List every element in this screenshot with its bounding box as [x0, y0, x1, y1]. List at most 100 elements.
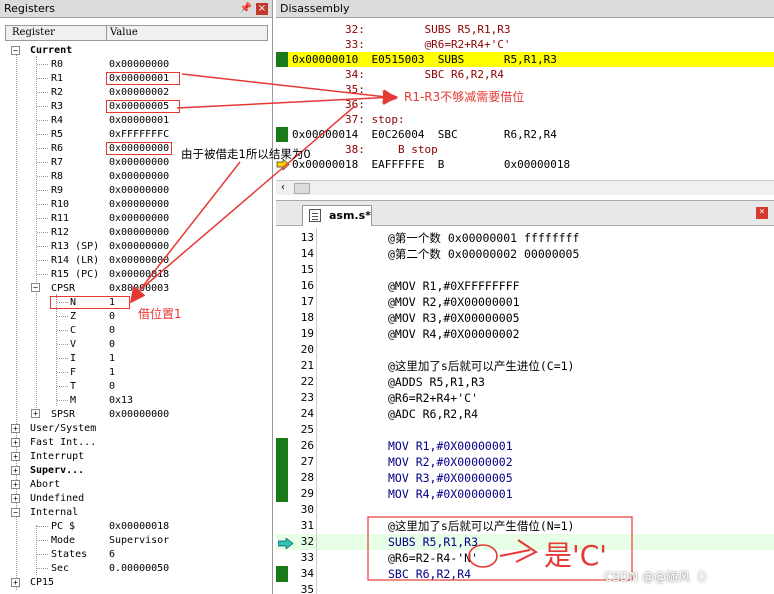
flag-m-value[interactable]: 0x13: [109, 394, 133, 407]
registers-header: Registers 📌 ×: [0, 0, 272, 18]
disasm-line[interactable]: 34: SBC R6,R2,R4: [276, 67, 774, 82]
scroll-thumb[interactable]: [294, 183, 310, 194]
code-editor[interactable]: 13 @第一个数 0x00000001 ffffffff 14 @第二个数 0x000…: [276, 228, 774, 594]
editor-line[interactable]: 33 @R6=R2-R4-'N': [276, 550, 774, 566]
code-text: @这里加了s后就可以产生进位(C=1): [388, 359, 575, 373]
disasm-line[interactable]: 36:: [276, 97, 774, 112]
editor-line[interactable]: 28 MOV R3,#0X00000005: [276, 470, 774, 486]
register-spsr-value[interactable]: 0x00000000: [109, 408, 169, 421]
annotation-is-c: 是'C': [544, 539, 607, 572]
editor-line[interactable]: 21 @这里加了s后就可以产生进位(C=1): [276, 358, 774, 374]
disasm-line[interactable]: 32: SUBS R5,R1,R3: [276, 22, 774, 37]
editor-line[interactable]: 17 @MOV R2,#0X00000001: [276, 294, 774, 310]
code-text: @ADDS R5,R1,R3: [388, 375, 485, 389]
horizontal-scrollbar[interactable]: ‹: [276, 180, 774, 195]
disasm-line[interactable]: 38: B stop: [276, 142, 774, 157]
flag-v-value[interactable]: 0: [109, 338, 115, 351]
flag-t-value[interactable]: 0: [109, 380, 115, 393]
register-r7-value[interactable]: 0x00000000: [109, 156, 169, 169]
internal-0-value[interactable]: 0x00000018: [109, 520, 169, 533]
disasm-line[interactable]: 0x00000018 EAFFFFFE B 0x00000018: [276, 157, 774, 172]
file-icon: [309, 209, 321, 222]
scroll-left-icon[interactable]: ‹: [280, 182, 286, 193]
highlight-box: [106, 72, 180, 85]
editor-line[interactable]: 20: [276, 342, 774, 358]
flag-f-name: F: [70, 367, 77, 378]
line-number: 31: [300, 519, 314, 532]
editor-line[interactable]: 27 MOV R2,#0X00000002: [276, 454, 774, 470]
editor-line[interactable]: 15: [276, 262, 774, 278]
register-r5-value[interactable]: 0xFFFFFFFC: [109, 128, 169, 141]
register-r0-value[interactable]: 0x00000000: [109, 58, 169, 71]
close-icon[interactable]: ×: [256, 3, 268, 15]
disasm-line[interactable]: 33: @R6=R2+R4+'C': [276, 37, 774, 52]
flag-z-value[interactable]: 0: [109, 310, 115, 323]
tab-label: asm.s*: [329, 209, 371, 222]
editor-line[interactable]: 13 @第一个数 0x00000001 ffffffff: [276, 230, 774, 246]
editor-line[interactable]: 31 @这里加了s后就可以产生借位(N=1): [276, 518, 774, 534]
breakpoint-marker: [276, 470, 288, 486]
tab-asm-s[interactable]: asm.s*: [302, 205, 372, 226]
register-r15-name: R15 (PC): [51, 269, 100, 280]
internal-1-value[interactable]: Supervisor: [109, 534, 169, 547]
expand-group-icon[interactable]: +: [11, 494, 20, 503]
internal-2-value[interactable]: 6: [109, 548, 115, 561]
disasm-line[interactable]: 35:: [276, 82, 774, 97]
editor-line[interactable]: 22 @ADDS R5,R1,R3: [276, 374, 774, 390]
register-r4-value[interactable]: 0x00000001: [109, 114, 169, 127]
disasm-line[interactable]: 0x00000010 E0515003 SUBS R5,R1,R3: [276, 52, 774, 67]
register-r2-value[interactable]: 0x00000002: [109, 86, 169, 99]
expand-current-icon[interactable]: −: [11, 46, 20, 55]
register-column-header: Register Value: [5, 25, 268, 41]
register-r14-value[interactable]: 0x00000000: [109, 254, 169, 267]
tree-line: [37, 148, 48, 149]
gutter: [276, 67, 290, 82]
register-r9-name: R9: [51, 185, 64, 196]
tree-line: [37, 176, 48, 177]
expand-group-icon[interactable]: +: [11, 452, 20, 461]
register-r14-name: R14 (LR): [51, 255, 100, 266]
register-r13-value[interactable]: 0x00000000: [109, 240, 169, 253]
editor-line[interactable]: 30: [276, 502, 774, 518]
flag-i-value[interactable]: 1: [109, 352, 115, 365]
editor-line[interactable]: 16 @MOV R1,#0XFFFFFFFF: [276, 278, 774, 294]
disassembly-view[interactable]: 32: SUBS R5,R1,R3 33: @R6=R2+R4+'C' 0x000…: [276, 18, 774, 196]
annotation-borrow: 借位置1: [138, 307, 182, 321]
flag-c-value[interactable]: 0: [109, 324, 115, 337]
editor-line[interactable]: 14 @第二个数 0x00000002 00000005: [276, 246, 774, 262]
expand-cp15-icon[interactable]: +: [11, 578, 20, 587]
editor-line[interactable]: 24 @ADC R6,R2,R4: [276, 406, 774, 422]
editor-line[interactable]: 26 MOV R1,#0X00000001: [276, 438, 774, 454]
editor-line[interactable]: 32 SUBS R5,R1,R3: [276, 534, 774, 550]
editor-line[interactable]: 25: [276, 422, 774, 438]
register-r9-value[interactable]: 0x00000000: [109, 184, 169, 197]
register-cpsr-value[interactable]: 0x80000003: [109, 282, 169, 295]
editor-line[interactable]: 18 @MOV R3,#0X00000005: [276, 310, 774, 326]
register-r15-value[interactable]: 0x00000018: [109, 268, 169, 281]
register-r8-value[interactable]: 0x00000000: [109, 170, 169, 183]
annotation-r1r3: R1-R3不够减需要借位: [404, 90, 525, 104]
editor-line[interactable]: 29 MOV R4,#0X00000001: [276, 486, 774, 502]
register-r10-value[interactable]: 0x00000000: [109, 198, 169, 211]
expand-spsr-icon[interactable]: +: [31, 409, 40, 418]
line-number: 24: [300, 407, 314, 420]
register-r12-value[interactable]: 0x00000000: [109, 226, 169, 239]
pin-icon[interactable]: 📌: [240, 0, 252, 17]
expand-group-icon[interactable]: −: [11, 508, 20, 517]
disasm-line[interactable]: 0x00000014 E0C26004 SBC R6,R2,R4: [276, 127, 774, 142]
expand-group-icon[interactable]: +: [11, 438, 20, 447]
internal-3-value[interactable]: 0.00000050: [109, 562, 169, 575]
tree-line: [57, 372, 68, 373]
tree-line: [37, 554, 48, 555]
editor-line[interactable]: 19 @MOV R4,#0X00000002: [276, 326, 774, 342]
register-r11-value[interactable]: 0x00000000: [109, 212, 169, 225]
disasm-line[interactable]: 37: stop:: [276, 112, 774, 127]
editor-line[interactable]: 23 @R6=R2+R4+'C': [276, 390, 774, 406]
tab-close-icon[interactable]: ×: [756, 207, 768, 219]
expand-cpsr-icon[interactable]: −: [31, 283, 40, 292]
register-r10-name: R10: [51, 199, 70, 210]
flag-f-value[interactable]: 1: [109, 366, 115, 379]
expand-group-icon[interactable]: +: [11, 480, 20, 489]
expand-group-icon[interactable]: +: [11, 424, 20, 433]
expand-group-icon[interactable]: +: [11, 466, 20, 475]
